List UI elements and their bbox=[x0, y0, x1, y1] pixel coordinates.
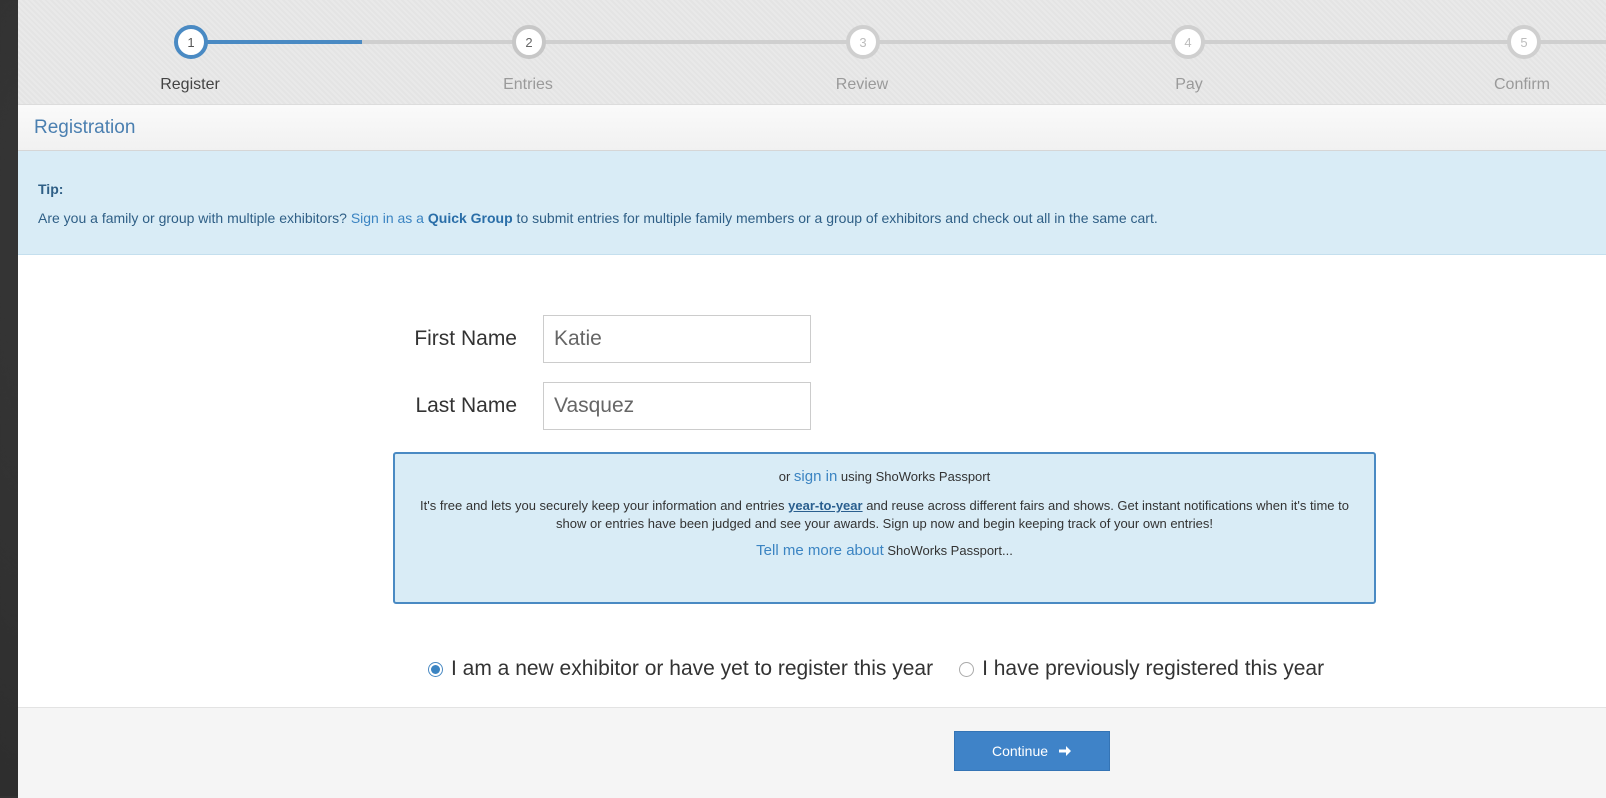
new-exhibitor-radio[interactable] bbox=[428, 661, 443, 677]
tip-text-before: Are you a family or group with multiple … bbox=[38, 210, 351, 226]
stepper-track bbox=[362, 40, 1606, 44]
passport-line1-before: or bbox=[778, 469, 794, 484]
tip-text: Are you a family or group with multiple … bbox=[38, 210, 1606, 226]
first-name-row: First Name bbox=[393, 315, 811, 363]
step-5-circle: 5 bbox=[1507, 25, 1541, 59]
passport-more-line: Tell me more about ShoWorks Passport... bbox=[395, 542, 1374, 559]
passport-body-before: It's free and lets you securely keep you… bbox=[420, 498, 789, 513]
passport-learn-more-link[interactable]: Tell me more about bbox=[756, 542, 884, 559]
step-4-label: Pay bbox=[1175, 76, 1203, 93]
panel-header: Registration bbox=[18, 105, 1606, 151]
passport-description: It's free and lets you securely keep you… bbox=[410, 497, 1360, 533]
last-name-row: Last Name bbox=[393, 382, 811, 430]
passport-info-box: or sign in using ShoWorks Passport It's … bbox=[393, 452, 1376, 604]
continue-button[interactable]: Continue bbox=[954, 731, 1110, 771]
step-2-circle: 2 bbox=[512, 25, 546, 59]
step-1-circle: 1 bbox=[174, 25, 208, 59]
first-name-input[interactable] bbox=[543, 315, 811, 363]
passport-signin-link[interactable]: sign in bbox=[794, 468, 837, 485]
arrow-right-icon bbox=[1059, 746, 1072, 756]
last-name-label: Last Name bbox=[415, 394, 517, 417]
step-4-circle: 4 bbox=[1171, 25, 1205, 59]
previous-exhibitor-label[interactable]: I have previously registered this year bbox=[982, 657, 1324, 681]
last-name-input[interactable] bbox=[543, 382, 811, 430]
previous-exhibitor-radio[interactable] bbox=[959, 661, 975, 677]
stepper-track-progress bbox=[196, 40, 362, 44]
quick-group-link[interactable]: Sign in as a Quick Group bbox=[351, 210, 513, 226]
first-name-label: First Name bbox=[414, 327, 517, 350]
progress-stepper bbox=[18, 0, 1606, 104]
passport-more-after: ShoWorks Passport... bbox=[883, 543, 1013, 558]
panel-title: Registration bbox=[34, 116, 136, 138]
continue-button-label: Continue bbox=[991, 743, 1049, 759]
step-2-label: Entries bbox=[503, 76, 553, 93]
passport-signin-line: or sign in using ShoWorks Passport bbox=[395, 468, 1374, 485]
passport-line1-after: using ShoWorks Passport bbox=[837, 469, 991, 484]
step-3-circle: 3 bbox=[846, 25, 880, 59]
step-3-label: Review bbox=[835, 76, 889, 93]
new-exhibitor-label[interactable]: I am a new exhibitor or have yet to regi… bbox=[451, 657, 933, 681]
step-1-label: Register bbox=[160, 76, 220, 93]
panel-footer bbox=[18, 707, 1606, 798]
step-5-label: Confirm bbox=[1493, 76, 1551, 93]
quick-group-link-strong: Quick Group bbox=[427, 210, 513, 226]
tip-box: Tip: Are you a family or group with mult… bbox=[18, 151, 1606, 255]
exhibitor-status-options: I am a new exhibitor or have yet to regi… bbox=[428, 657, 1324, 681]
tip-text-after: to submit entries for multiple family me… bbox=[512, 210, 1158, 226]
registration-panel: Registration Tip: Are you a family or gr… bbox=[18, 104, 1606, 798]
passport-body-emphasis: year-to-year bbox=[788, 498, 863, 513]
tip-title: Tip: bbox=[38, 181, 64, 197]
quick-group-link-text: Sign in as a bbox=[350, 210, 428, 226]
